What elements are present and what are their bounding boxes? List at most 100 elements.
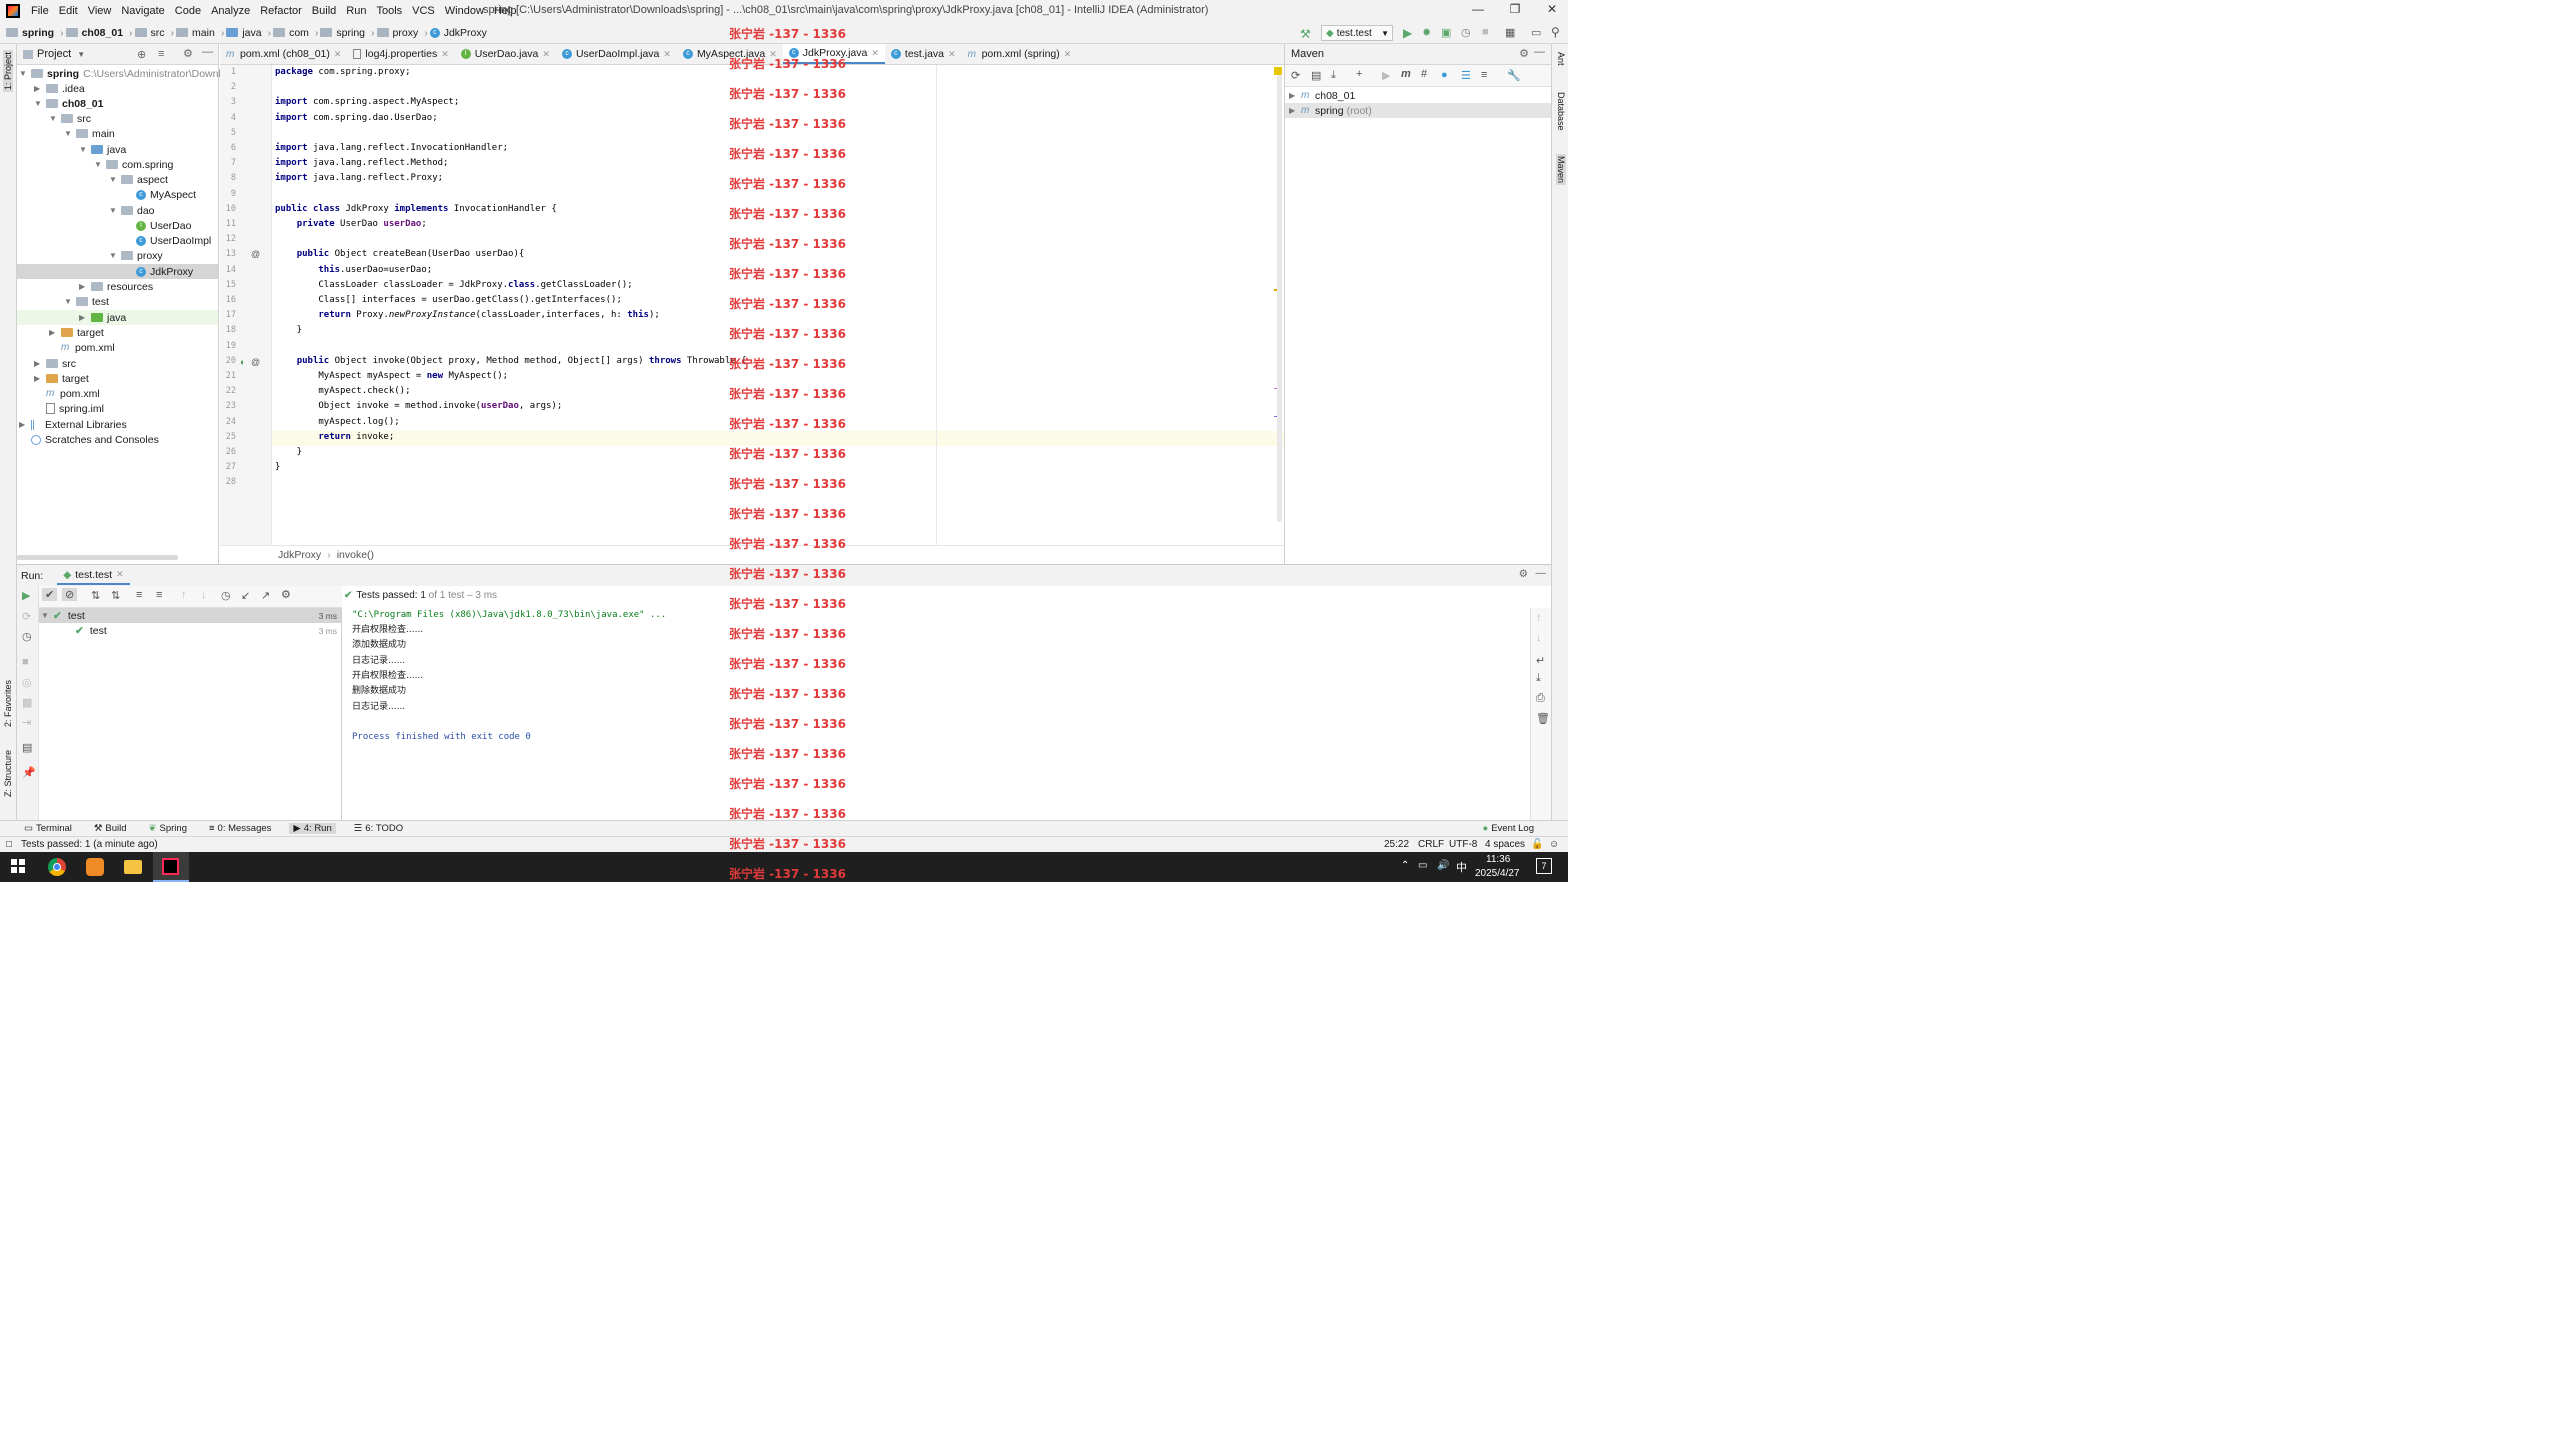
todo-tool-button[interactable]: ☰ 6: TODO	[350, 823, 407, 834]
collapse-all-icon[interactable]: ≡	[1481, 69, 1487, 81]
tree-item[interactable]: ▼ main	[64, 126, 115, 141]
toggle-offline-icon[interactable]: #	[1421, 68, 1427, 80]
terminal-icon[interactable]: ▭	[1531, 26, 1541, 39]
tree-item[interactable]: ▼ dao	[109, 203, 155, 218]
spring-tool-button[interactable]: ❦ Spring	[145, 823, 191, 834]
tab-userdao[interactable]: I UserDao.java ✕	[455, 44, 556, 64]
breadcrumb-item[interactable]: src	[134, 27, 165, 39]
tree-item[interactable]: m pom.xml	[34, 386, 100, 401]
collapse-all-icon[interactable]: ≡	[158, 48, 164, 60]
soft-wrap-icon[interactable]: ↵	[1536, 654, 1545, 667]
menu-build[interactable]: Build	[307, 5, 341, 17]
indent-setting[interactable]: 4 spaces	[1485, 839, 1525, 850]
menu-analyze[interactable]: Analyze	[206, 5, 255, 17]
tree-item[interactable]: ▼ src	[49, 111, 91, 126]
ant-tool-button[interactable]: Ant	[1556, 52, 1566, 66]
test-suite-item[interactable]: ▼ ✔ test 3 ms	[39, 608, 341, 623]
close-icon[interactable]: ✕	[948, 49, 956, 60]
line-separator[interactable]: CRLF	[1418, 839, 1444, 850]
trash-icon[interactable]: 🗑	[1536, 712, 1550, 725]
override-marker-icon[interactable]: @	[251, 249, 260, 259]
vertical-scrollbar[interactable]	[1277, 75, 1282, 522]
dump-threads-icon[interactable]: ▩	[22, 696, 32, 709]
previous-failed-icon[interactable]: ↑	[181, 589, 187, 601]
camera-icon[interactable]: ◎	[22, 676, 32, 689]
toggle-autotest-icon[interactable]: ◷	[22, 630, 32, 643]
tree-item[interactable]: m pom.xml	[49, 340, 115, 355]
profile-icon[interactable]: ◷	[1461, 26, 1471, 39]
tab-myaspect[interactable]: c MyAspect.java ✕	[677, 44, 783, 64]
run-icon[interactable]: ▶	[1382, 69, 1390, 82]
expand-all-icon[interactable]: ≡	[136, 589, 142, 601]
breadcrumb-item[interactable]: com	[273, 27, 309, 39]
chrome-icon[interactable]	[48, 858, 66, 876]
close-icon[interactable]: ✕	[871, 48, 879, 59]
menu-refactor[interactable]: Refactor	[255, 5, 307, 17]
event-log-button[interactable]: ● Event Log	[1478, 823, 1538, 834]
down-icon[interactable]: ↓	[1536, 632, 1542, 644]
breadcrumb-item[interactable]: spring	[6, 27, 54, 39]
close-icon[interactable]: ✕	[1064, 49, 1072, 60]
ime-indicator[interactable]: 中	[1456, 859, 1467, 875]
locate-icon[interactable]: ⊕	[137, 48, 146, 61]
maximize-button[interactable]: ❐	[1503, 2, 1527, 20]
breadcrumb-item[interactable]: c JdkProxy	[429, 27, 487, 39]
tree-item[interactable]: ▼ spring C:\Users\Administrator\Downlo	[19, 66, 227, 81]
database-tool-button[interactable]: Database	[1556, 92, 1566, 131]
inspection-status-icon[interactable]	[1274, 67, 1282, 75]
tab-jdkproxy[interactable]: c JdkProxy.java ✕	[782, 44, 885, 64]
status-message[interactable]: Tests passed: 1 (a minute ago)	[21, 839, 158, 850]
sort-alpha-icon[interactable]: ⇅	[91, 589, 100, 602]
build-hammer-icon[interactable]: ⚒	[1300, 27, 1311, 41]
stop-icon[interactable]: ■	[1482, 26, 1489, 38]
clock-time[interactable]: 11:36	[1486, 854, 1510, 865]
rerun-icon[interactable]: ▶	[22, 589, 30, 602]
tree-item[interactable]: ▶ java	[17, 310, 218, 325]
project-structure-icon[interactable]: ▦	[1505, 26, 1515, 39]
firefox-icon[interactable]	[86, 858, 104, 876]
hide-icon[interactable]: —	[1536, 567, 1547, 579]
run-tab[interactable]: ◆ test.test ✕	[57, 566, 130, 585]
lock-icon[interactable]: 🔓	[1531, 839, 1543, 850]
override-marker-icon[interactable]: @	[251, 357, 260, 367]
structure-tool-button[interactable]: Z: Structure	[3, 750, 13, 797]
hide-icon[interactable]: —	[202, 46, 213, 58]
tab-userdaoimpl[interactable]: c UserDaoImpl.java ✕	[556, 44, 677, 64]
gear-icon[interactable]: ⚙	[1519, 47, 1529, 60]
sort-duration-icon[interactable]: ⇅	[111, 589, 120, 602]
menu-window[interactable]: Window	[440, 5, 489, 17]
maven-goal-icon[interactable]: m	[1401, 68, 1411, 80]
download-icon[interactable]: ⤓	[1331, 69, 1336, 82]
status-layout-icon[interactable]: □	[6, 839, 12, 850]
close-icon[interactable]: ✕	[542, 49, 550, 60]
coverage-icon[interactable]: ▣	[1441, 26, 1451, 39]
breadcrumb-item[interactable]: proxy	[376, 27, 418, 39]
reload-icon[interactable]: ⟳	[1291, 69, 1300, 82]
add-icon[interactable]: +	[1356, 68, 1362, 80]
breadcrumb-item[interactable]: java	[226, 27, 262, 39]
debug-icon[interactable]: ✸	[1422, 26, 1431, 39]
menu-run[interactable]: Run	[341, 5, 371, 17]
run-icon[interactable]: ▶	[1403, 26, 1412, 40]
maven-tool-button[interactable]: Maven	[1556, 154, 1566, 186]
caret-position[interactable]: 25:22	[1384, 839, 1409, 850]
run-config-select[interactable]: ◆ test.test ▼	[1321, 25, 1393, 41]
tree-item-selected[interactable]: c JdkProxy	[17, 264, 218, 279]
menu-file[interactable]: File	[26, 5, 54, 17]
print-icon[interactable]: ⎙	[1536, 692, 1545, 705]
hector-icon[interactable]: ☺	[1549, 839, 1559, 850]
file-encoding[interactable]: UTF-8	[1449, 839, 1477, 850]
tree-item[interactable]: c UserDaoImpl	[124, 233, 211, 248]
editor-breadcrumb-class[interactable]: JdkProxy	[278, 549, 321, 561]
breadcrumb-item[interactable]: spring	[320, 27, 365, 39]
pin-icon[interactable]: 📌	[22, 766, 36, 779]
tab-test[interactable]: c test.java ✕	[885, 44, 962, 64]
tree-item[interactable]: ▼ com.spring	[94, 157, 173, 172]
export-tests-icon[interactable]: ↗	[261, 589, 270, 602]
tree-item[interactable]: spring.iml	[34, 401, 104, 416]
skip-tests-icon[interactable]: ●	[1441, 69, 1448, 81]
tree-item[interactable]: ▼ java	[79, 142, 126, 157]
add-folder-icon[interactable]: ▤	[1311, 69, 1321, 82]
minimize-button[interactable]: —	[1466, 2, 1490, 20]
show-passed-icon[interactable]: ✔	[42, 588, 58, 601]
